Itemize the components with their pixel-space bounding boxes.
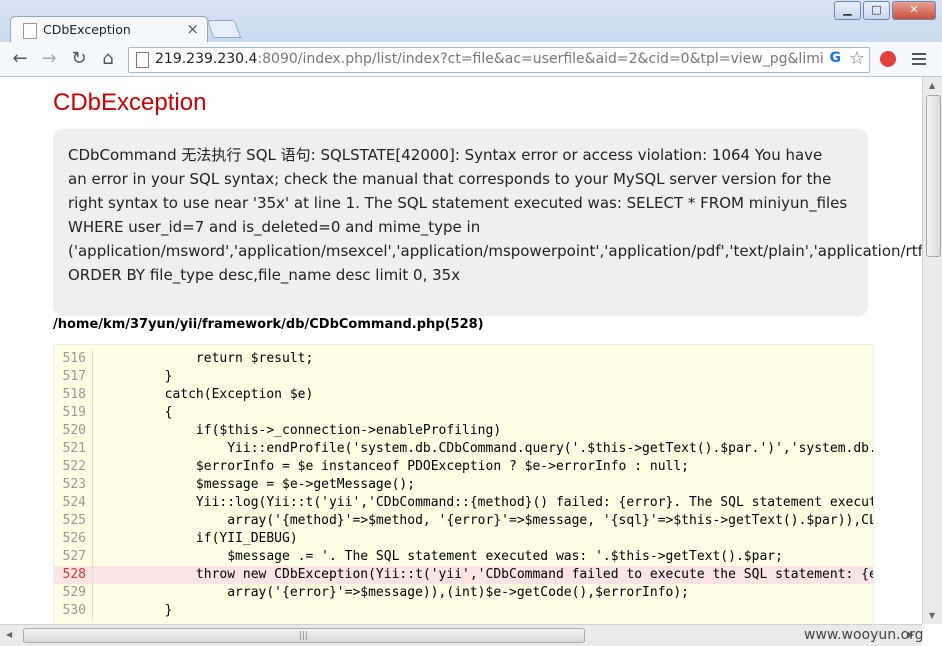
reload-icon[interactable]: ↻ [68, 48, 90, 70]
line-number: 524 [54, 494, 93, 512]
code-line: 518 catch(Exception $e) [54, 386, 873, 404]
line-code: Yii::log(Yii::t('yii','CDbCommand::{meth… [102, 495, 874, 510]
source-file-path: /home/km/37yun/yii/framework/db/CDbComma… [53, 317, 484, 332]
page-content: CDbException CDbCommand 无法执行 SQL 语句: SQL… [0, 77, 922, 624]
line-number: 529 [54, 584, 93, 602]
google-translate-icon[interactable]: G [830, 50, 842, 66]
code-line: 517 } [54, 368, 873, 386]
line-number: 519 [54, 404, 93, 422]
url-host: 219.239.230.4 [155, 51, 258, 67]
code-line: 522 $errorInfo = $e instanceof PDOExcept… [54, 458, 873, 476]
horizontal-scroll-thumb[interactable]: ||| [23, 628, 585, 643]
tab-title: CDbException [43, 22, 131, 37]
code-line: 528 throw new CDbException(Yii::t('yii',… [54, 566, 873, 584]
line-number: 517 [54, 368, 93, 386]
address-bar[interactable]: 219.239.230.4:8090/index.php/list/index?… [128, 47, 870, 73]
extension-icon[interactable] [880, 51, 896, 67]
line-number: 521 [54, 440, 93, 458]
line-code: } [102, 603, 173, 618]
code-line: 529 array('{error}'=>$message)),(int)$e-… [54, 584, 873, 602]
watermark: www.wooyun.org [804, 627, 924, 643]
line-code: { [102, 405, 173, 420]
page-icon [23, 23, 37, 39]
back-arrow-icon[interactable]: ← [9, 48, 31, 70]
url-text[interactable]: 219.239.230.4:8090/index.php/list/index?… [155, 51, 823, 67]
line-number: 528 [54, 566, 93, 584]
line-number: 522 [54, 458, 93, 476]
forward-arrow-icon[interactable]: → [38, 48, 60, 70]
tab-cdbexception[interactable]: CDbException × [10, 16, 208, 43]
browser-toolbar: ← → ↻ ⌂ 219.239.230.4:8090/index.php/lis… [0, 42, 942, 77]
code-line: 526 if(YII_DEBUG) [54, 530, 873, 548]
scroll-up-arrow-icon[interactable]: ▲ [929, 81, 935, 90]
window-controls: ▁ □ ✕ [834, 1, 936, 20]
line-code: } [102, 369, 173, 384]
code-line: 520 if($this->_connection->enableProfili… [54, 422, 873, 440]
url-path: :8090/index.php/list/index?ct=file&ac=us… [257, 51, 823, 67]
line-number: 526 [54, 530, 93, 548]
code-line: 525 array('{method}'=>$method, '{error}'… [54, 512, 873, 530]
menu-icon[interactable] [912, 50, 926, 68]
line-number: 530 [54, 602, 93, 620]
line-number: 516 [54, 350, 93, 368]
line-code: if($this->_connection->enableProfiling) [102, 423, 502, 438]
minimize-button[interactable]: ▁ [834, 1, 861, 20]
line-code: if(YII_DEBUG) [102, 531, 298, 546]
line-code: array('{method}'=>$method, '{error}'=>$m… [102, 513, 874, 528]
code-line: 521 Yii::endProfile('system.db.CDbComman… [54, 440, 873, 458]
code-line: 516 return $result; [54, 350, 873, 368]
maximize-button[interactable]: □ [863, 1, 890, 20]
vertical-scroll-thumb[interactable] [926, 95, 941, 257]
scroll-grip-icon: ||| [299, 631, 309, 641]
horizontal-scrollbar[interactable]: ◀ ||| ▶ [0, 624, 922, 646]
line-code: Yii::endProfile('system.db.CDbCommand.qu… [102, 441, 874, 456]
line-number: 527 [54, 548, 93, 566]
code-line: 523 $message = $e->getMessage(); [54, 476, 873, 494]
page-icon [136, 52, 149, 68]
line-code: catch(Exception $e) [102, 387, 314, 402]
code-line: 527 $message .= '. The SQL statement exe… [54, 548, 873, 566]
code-line: 524 Yii::log(Yii::t('yii','CDbCommand::{… [54, 494, 873, 512]
line-number: 518 [54, 386, 93, 404]
home-icon[interactable]: ⌂ [97, 48, 119, 70]
scroll-left-arrow-icon[interactable]: ◀ [6, 630, 12, 639]
line-code: $message = $e->getMessage(); [102, 477, 416, 492]
bookmark-star-icon[interactable]: ☆ [849, 48, 865, 69]
vertical-scrollbar[interactable]: ▲ ▼ [922, 77, 942, 624]
code-line: 530 } [54, 602, 873, 620]
line-code: throw new CDbException(Yii::t('yii','CDb… [102, 567, 874, 582]
close-tab-icon[interactable]: × [186, 20, 199, 38]
close-window-button[interactable]: ✕ [892, 1, 936, 20]
line-code: array('{error}'=>$message)),(int)$e->get… [102, 585, 689, 600]
code-line: 519 { [54, 404, 873, 422]
error-message: CDbCommand 无法执行 SQL 语句: SQLSTATE[42000]:… [53, 129, 922, 316]
line-code: $message .= '. The SQL statement execute… [102, 549, 783, 564]
line-number: 520 [54, 422, 93, 440]
line-number: 523 [54, 476, 93, 494]
line-number: 525 [54, 512, 93, 530]
line-code: return $result; [102, 351, 314, 366]
new-tab-button[interactable] [206, 20, 242, 38]
source-code-block: 516 return $result; 517 } 518 catch(Except… [53, 344, 874, 624]
line-code: $errorInfo = $e instanceof PDOException … [102, 459, 689, 474]
scroll-down-arrow-icon[interactable]: ▼ [929, 611, 935, 620]
page-title: CDbException [53, 89, 207, 116]
